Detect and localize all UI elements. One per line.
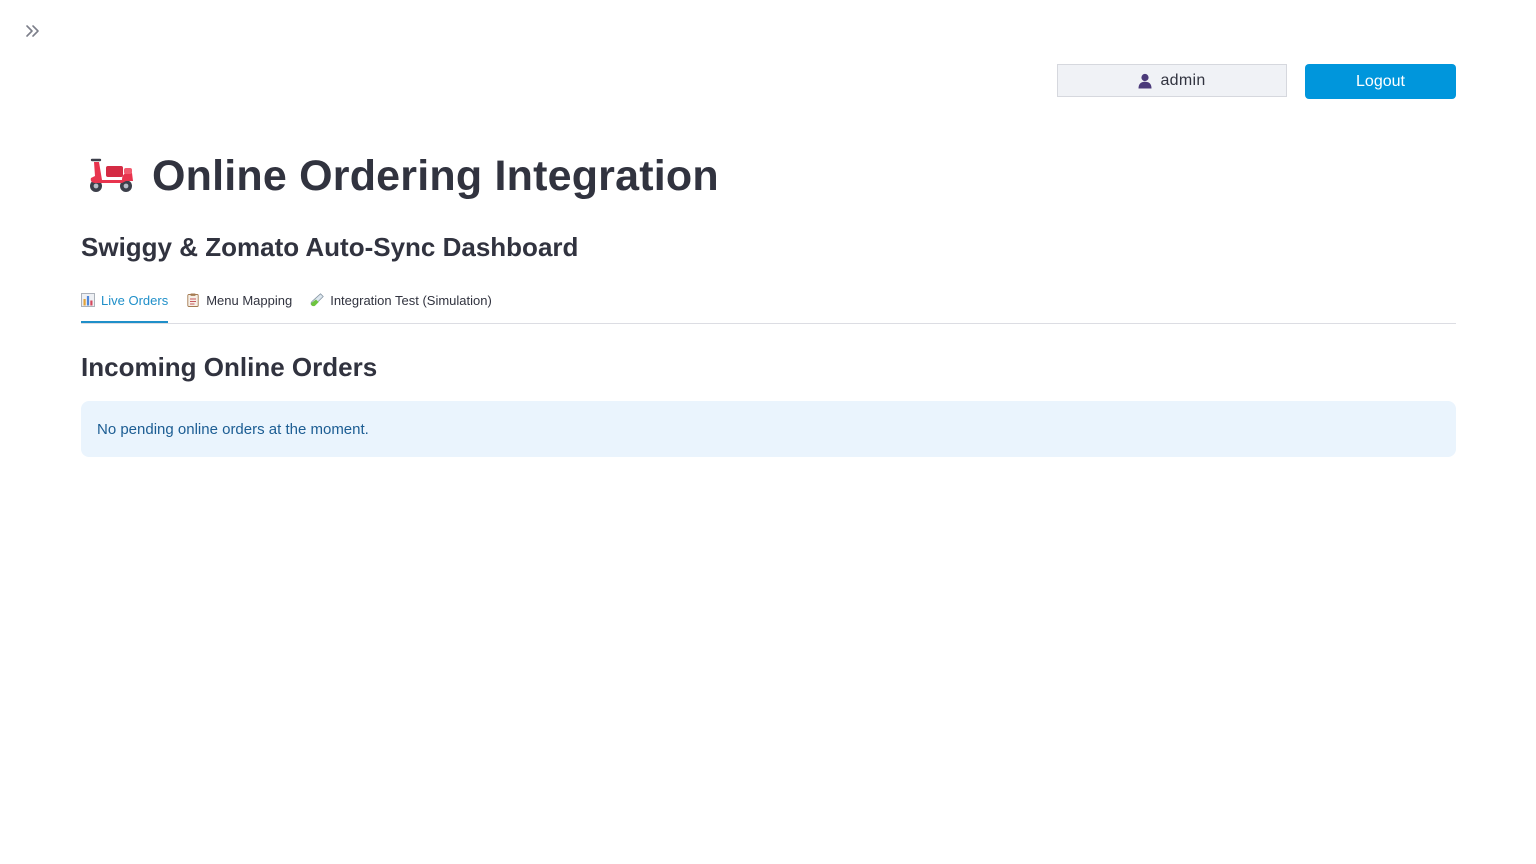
info-message: No pending online orders at the moment. — [97, 420, 369, 438]
page-title: Online Ordering Integration — [152, 152, 719, 200]
test-tube-icon — [310, 293, 324, 307]
user-icon — [1138, 73, 1152, 89]
user-name: admin — [1160, 71, 1206, 89]
clipboard-icon — [186, 293, 200, 307]
tab-label: Live Orders — [101, 293, 169, 308]
tab-integration-test[interactable]: Integration Test (Simulation) — [310, 286, 492, 322]
chevrons-right-icon[interactable] — [22, 20, 44, 42]
info-alert: No pending online orders at the moment. — [81, 401, 1456, 457]
section-title: Incoming Online Orders — [81, 352, 378, 382]
scooter-icon — [86, 154, 136, 199]
tab-label: Integration Test (Simulation) — [330, 293, 492, 308]
tab-bar: Live Orders Menu Mapping Integration Tes… — [81, 286, 1456, 324]
logout-button[interactable]: Logout — [1305, 64, 1456, 99]
page-subtitle: Swiggy & Zomato Auto-Sync Dashboard — [81, 232, 579, 262]
tab-menu-mapping[interactable]: Menu Mapping — [186, 286, 292, 322]
page-title-row: Online Ordering Integration — [86, 152, 719, 201]
bar-chart-icon — [81, 293, 95, 307]
tab-label: Menu Mapping — [206, 293, 293, 308]
current-user-display: admin — [1057, 64, 1287, 97]
tab-live-orders[interactable]: Live Orders — [81, 286, 169, 323]
app-page: admin Logout Online Ordering Integration… — [0, 0, 1536, 864]
